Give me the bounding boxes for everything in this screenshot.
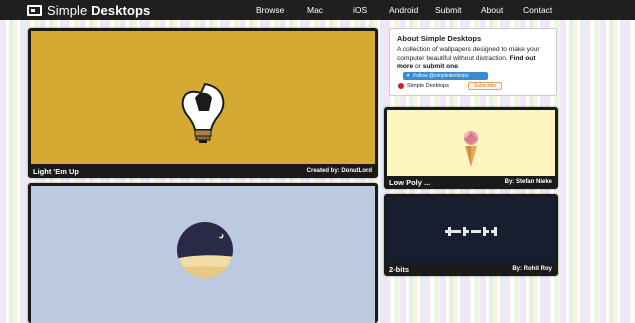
wallpaper-card[interactable]: Low Poly ... By: Stefan Nieke	[384, 107, 558, 189]
wallpaper-card[interactable]	[28, 183, 378, 323]
twitter-follow-button[interactable]: ✦ Follow @simpledesktops	[403, 72, 488, 80]
nav-browse[interactable]: Browse	[256, 5, 284, 15]
top-nav-bar: Simple Desktops Browse Mac iOS Android S…	[0, 0, 635, 20]
site-title: Simple Desktops	[47, 2, 151, 18]
follow-label: Follow @simpledesktops	[413, 73, 469, 79]
pixel-arrows-icon	[445, 227, 497, 236]
wallpaper-title[interactable]: 2-bits	[389, 265, 409, 274]
pinterest-icon[interactable]	[398, 83, 404, 89]
wallpaper-card[interactable]: 2-bits By: Rohit Roy	[384, 194, 558, 276]
about-panel: About Simple Desktops A collection of wa…	[389, 28, 557, 96]
nav-ios[interactable]: iOS	[353, 5, 367, 15]
subscribe-button[interactable]: Subscribe	[468, 82, 502, 90]
submit-one-link[interactable]: submit one	[423, 63, 458, 70]
wallpaper-preview[interactable]	[31, 186, 375, 323]
wallpaper-credit[interactable]: By: Rohit Roy	[512, 266, 552, 272]
about-title: About Simple Desktops	[397, 34, 482, 43]
wallpaper-credit[interactable]: Created by: DonutLord	[307, 168, 372, 174]
twitter-bird-icon: ✦	[406, 73, 411, 79]
nav-android[interactable]: Android	[389, 5, 418, 15]
wallpaper-preview[interactable]	[31, 31, 375, 164]
about-text: A collection of wallpapers designed to m…	[397, 46, 540, 71]
wallpaper-preview[interactable]	[387, 110, 555, 176]
wallpaper-card[interactable]: Light 'Em Up Created by: DonutLord	[28, 28, 378, 178]
nav-contact[interactable]: Contact	[523, 5, 552, 15]
moon-scene-icon	[177, 222, 233, 278]
pinterest-label[interactable]: Simple Desktops	[407, 83, 449, 89]
lightbulb-icon	[181, 82, 225, 143]
ice-cream-icon	[464, 131, 478, 167]
wallpaper-title[interactable]: Light 'Em Up	[33, 167, 79, 176]
wallpaper-title[interactable]: Low Poly ...	[389, 178, 430, 187]
wallpaper-preview[interactable]	[387, 197, 555, 263]
monitor-icon	[27, 4, 42, 16]
nav-about[interactable]: About	[481, 5, 503, 15]
nav-submit[interactable]: Submit	[435, 5, 461, 15]
nav-mac[interactable]: Mac	[307, 5, 323, 15]
site-logo[interactable]: Simple Desktops	[27, 2, 151, 18]
wallpaper-credit[interactable]: By: Stefan Nieke	[505, 179, 552, 185]
